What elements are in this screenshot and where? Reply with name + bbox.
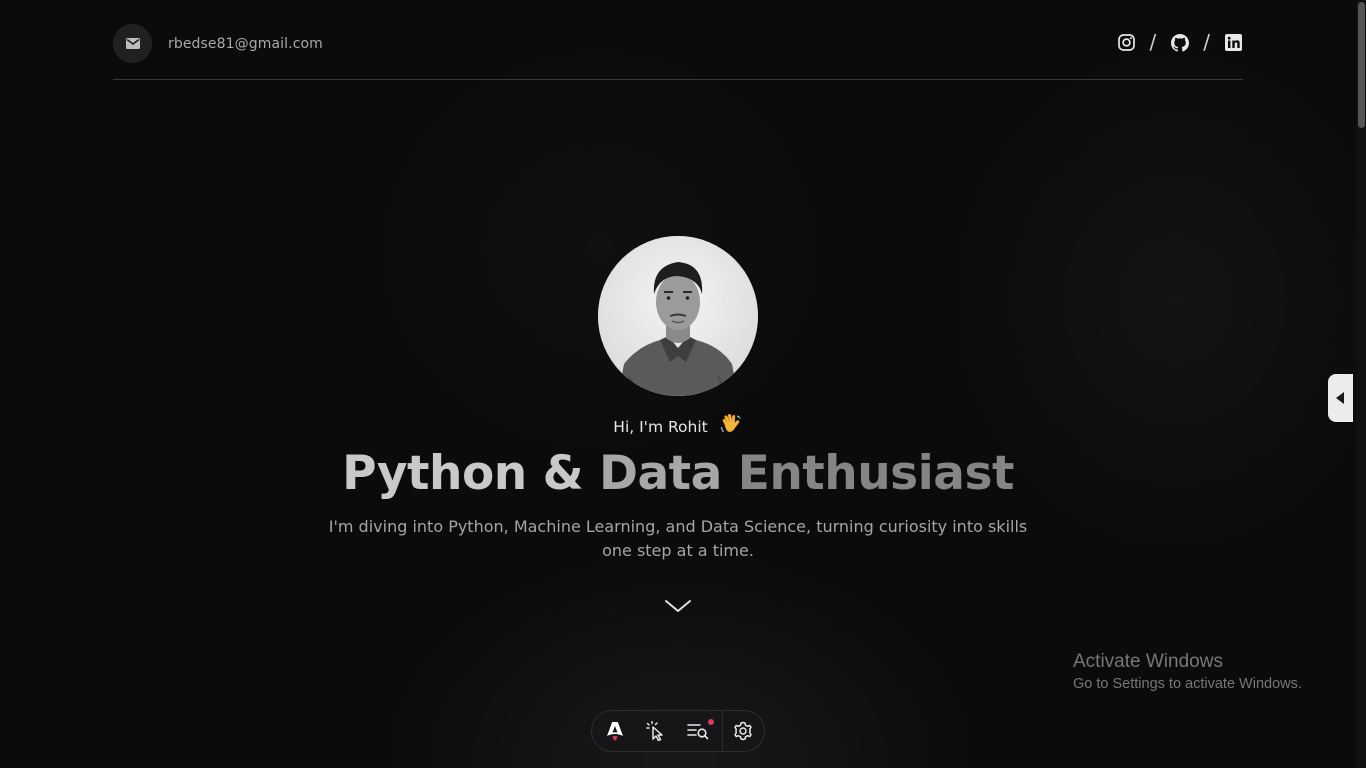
hero-title: Python & Data Enthusiast: [0, 446, 1356, 501]
astro-logo-icon[interactable]: [592, 711, 638, 751]
audit-icon[interactable]: [674, 711, 722, 751]
caret-left-icon: [1336, 389, 1345, 408]
hero-description: I'm diving into Python, Machine Learning…: [328, 517, 1028, 560]
email-address: rbedse81@gmail.com: [168, 35, 323, 52]
dev-toolbar: [591, 710, 765, 752]
profile-photo: [598, 236, 758, 396]
page-scrollbar[interactable]: [1356, 0, 1366, 768]
github-icon[interactable]: [1170, 33, 1189, 52]
chevron-down-icon[interactable]: [664, 598, 692, 614]
waving-hand-icon: [719, 412, 743, 440]
greeting: Hi, I'm Rohit: [0, 412, 1356, 440]
social-links: / /: [1117, 30, 1244, 54]
side-panel-toggle[interactable]: [1328, 374, 1353, 422]
title-part-data: Data: [598, 446, 738, 501]
activation-watermark-title: Activate Windows: [1073, 651, 1223, 672]
mail-icon: [113, 24, 152, 63]
linkedin-icon[interactable]: [1224, 33, 1243, 52]
notification-dot: [708, 719, 714, 725]
instagram-icon[interactable]: [1117, 33, 1136, 52]
scrollbar-thumb[interactable]: [1358, 2, 1365, 128]
email-link[interactable]: rbedse81@gmail.com: [113, 24, 323, 63]
separator-slash: /: [1149, 30, 1157, 54]
inspect-cursor-icon[interactable]: [638, 711, 674, 751]
title-part-enthusiast: Enthusiast: [737, 446, 1015, 501]
activation-watermark-subtitle: Go to Settings to activate Windows.: [1073, 676, 1302, 692]
site-header: rbedse81@gmail.com / /: [113, 0, 1243, 80]
title-part-python: Python &: [342, 446, 599, 501]
greeting-text: Hi, I'm Rohit: [613, 418, 708, 436]
separator-slash: /: [1203, 30, 1210, 54]
settings-icon[interactable]: [723, 711, 763, 751]
